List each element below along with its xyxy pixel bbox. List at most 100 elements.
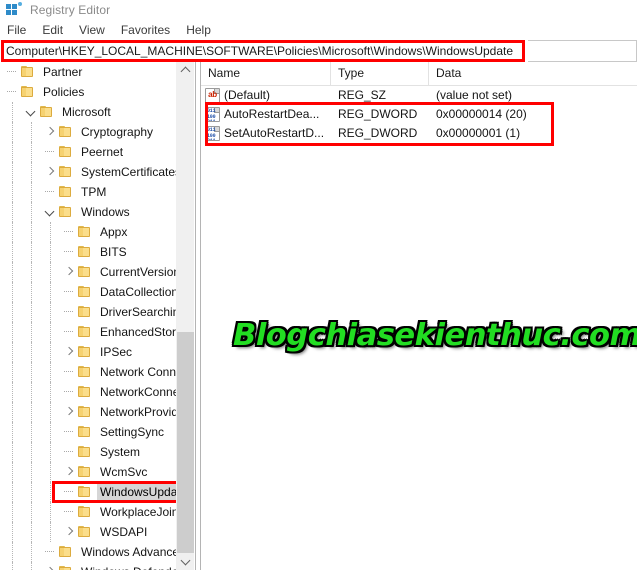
tree-guide-line — [31, 302, 32, 322]
tree-guide-line — [31, 202, 32, 222]
tree-guide-line — [31, 542, 32, 562]
window-title: Registry Editor — [30, 3, 111, 17]
tree-item-wsdapi[interactable]: WSDAPI — [0, 522, 194, 542]
chevron-right-icon[interactable] — [42, 562, 58, 570]
tree-item-system[interactable]: System — [0, 442, 194, 462]
folder-icon — [77, 285, 93, 299]
tree-item-windows-defender[interactable]: Windows Defender — [0, 562, 194, 570]
tree-item-appx[interactable]: Appx — [0, 222, 194, 242]
folder-icon — [77, 505, 93, 519]
chevron-right-icon[interactable] — [42, 162, 58, 182]
tree-item-peernet[interactable]: Peernet — [0, 142, 194, 162]
value-name-text: (Default) — [224, 88, 271, 102]
folder-icon — [58, 145, 74, 159]
value-name-text: SetAutoRestartD... — [224, 126, 325, 140]
tree-item-windowsupdate[interactable]: WindowsUpdate — [0, 482, 194, 502]
chevron-right-icon[interactable] — [61, 262, 77, 282]
column-header-type[interactable]: Type — [331, 62, 429, 85]
tree-item-partner[interactable]: Partner — [0, 62, 194, 82]
value-row[interactable]: 011 100 011 SetAutoRestartD... REG_DWORD 0x… — [201, 124, 637, 143]
chevron-down-icon[interactable] — [42, 202, 58, 222]
tree-item-driversearching[interactable]: DriverSearching — [0, 302, 194, 322]
address-bar-filler — [528, 40, 637, 62]
dword-value-icon: 011 100 011 — [205, 126, 220, 141]
tree-guide-line — [50, 242, 51, 262]
tree-guide-line — [31, 522, 32, 542]
tree-item-workplacejoin[interactable]: WorkplaceJoin — [0, 502, 194, 522]
tree-item-settingsync[interactable]: SettingSync — [0, 422, 194, 442]
menu-item-view[interactable]: View — [79, 22, 113, 38]
menu-item-file[interactable]: File — [7, 22, 34, 38]
tree-item-datacollection[interactable]: DataCollection — [0, 282, 194, 302]
tree-guide-line — [12, 162, 13, 182]
value-name-cell: 011 100 011 AutoRestartDea... — [201, 105, 331, 124]
tree-vertical-scrollbar[interactable] — [176, 62, 194, 570]
value-data-cell: (value not set) — [436, 88, 513, 102]
folder-icon — [77, 345, 93, 359]
tree-guide-line — [50, 502, 51, 522]
tree-guide-line — [12, 142, 13, 162]
tree-item-label: SettingSync — [100, 425, 165, 439]
tree-guide-line — [50, 442, 51, 462]
tree-item-ipsec[interactable]: IPSec — [0, 342, 194, 362]
tree-guide-line — [31, 122, 32, 142]
registry-path-text: Computer\HKEY_LOCAL_MACHINE\SOFTWARE\Pol… — [6, 44, 514, 58]
tree-item-network-connections[interactable]: Network Connections — [0, 362, 194, 382]
menu-item-favorites[interactable]: Favorites — [121, 22, 178, 38]
tree-item-currentversion[interactable]: CurrentVersion — [0, 262, 194, 282]
scroll-up-icon[interactable] — [177, 62, 194, 79]
tree-item-wcmsvc[interactable]: WcmSvc — [0, 462, 194, 482]
value-data-cell: 0x00000001 (1) — [436, 126, 521, 140]
registry-editor-icon — [6, 2, 22, 18]
tree-item-label: WorkplaceJoin — [100, 505, 179, 519]
tree-item-systemcertificates[interactable]: SystemCertificates — [0, 162, 194, 182]
tree-guide-line — [12, 122, 13, 142]
tree-item-bits[interactable]: BITS — [0, 242, 194, 262]
tree-item-networkconnectivitystatu[interactable]: NetworkConnectivityStatu — [0, 382, 194, 402]
tree-item-tpm[interactable]: TPM — [0, 182, 194, 202]
column-header-name[interactable]: Name — [201, 62, 331, 85]
registry-path-field[interactable]: Computer\HKEY_LOCAL_MACHINE\SOFTWARE\Pol… — [1, 40, 525, 62]
tree-item-windows[interactable]: Windows — [0, 202, 194, 222]
tree-item-microsoft[interactable]: Microsoft — [0, 102, 194, 122]
values-column-header: Name Type Data — [201, 62, 637, 86]
menu-item-edit[interactable]: Edit — [42, 22, 71, 38]
tree-guide-line — [31, 462, 32, 482]
string-value-icon: ab — [205, 88, 220, 103]
tree-guide-line — [31, 422, 32, 442]
chevron-right-icon[interactable] — [42, 122, 58, 142]
tree-item-enhancedstoragedevices[interactable]: EnhancedStorageDevices — [0, 322, 194, 342]
tree-item-cryptography[interactable]: Cryptography — [0, 122, 194, 142]
menu-item-help[interactable]: Help — [186, 22, 219, 38]
tree-item-label: DataCollection — [100, 285, 179, 299]
scroll-down-icon[interactable] — [177, 553, 194, 570]
tree-guide-line — [31, 362, 32, 382]
value-row[interactable]: ab (Default) REG_SZ (value not set) — [201, 86, 637, 105]
tree-guide-line — [31, 142, 32, 162]
tree-item-policies[interactable]: Policies — [0, 82, 194, 102]
tree-guide-line — [31, 222, 32, 242]
registry-tree[interactable]: Partner Policies Microsoft Cryptography Peer… — [0, 62, 194, 570]
tree-guide-line — [50, 282, 51, 302]
tree-item-networkprovider[interactable]: NetworkProvider — [0, 402, 194, 422]
tree-guide-line — [12, 182, 13, 202]
chevron-right-icon[interactable] — [61, 342, 77, 362]
tree-stub — [61, 482, 77, 502]
tree-stub — [61, 282, 77, 302]
chevron-right-icon[interactable] — [61, 462, 77, 482]
tree-stub — [61, 242, 77, 262]
tree-guide-line — [31, 342, 32, 362]
tree-item-label: Peernet — [81, 145, 124, 159]
tree-item-windows-advanced-threat-p[interactable]: Windows Advanced Threat P — [0, 542, 194, 562]
tree-guide-line — [31, 562, 32, 570]
tree-guide-line — [12, 382, 13, 402]
chevron-down-icon[interactable] — [23, 102, 39, 122]
chevron-right-icon[interactable] — [61, 522, 77, 542]
tree-item-label: TPM — [81, 185, 107, 199]
tree-item-label: Cryptography — [81, 125, 154, 139]
scrollbar-thumb[interactable] — [177, 332, 194, 570]
chevron-right-icon[interactable] — [61, 402, 77, 422]
tree-stub — [61, 422, 77, 442]
column-header-data[interactable]: Data — [429, 62, 637, 85]
value-row[interactable]: 011 100 011 AutoRestartDea... REG_DWORD 0x0… — [201, 105, 637, 124]
